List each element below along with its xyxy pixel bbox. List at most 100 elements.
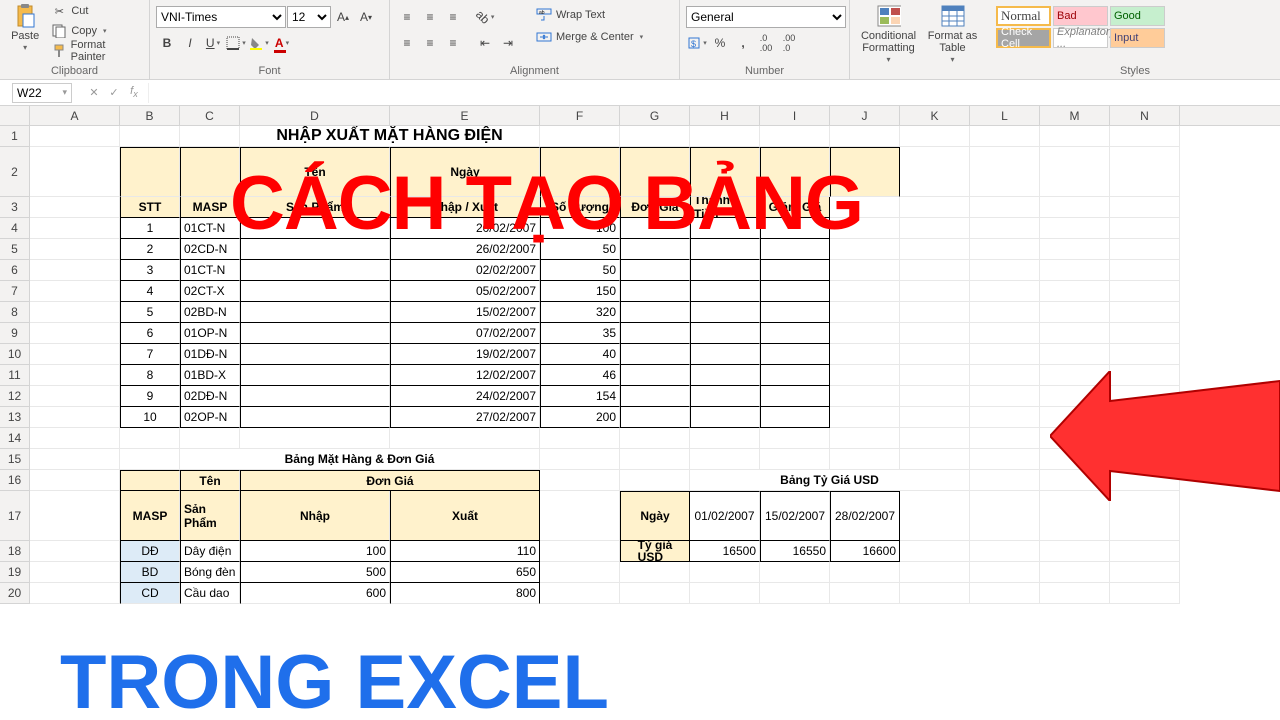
- cell[interactable]: [970, 491, 1040, 541]
- cell[interactable]: [120, 147, 180, 197]
- cell[interactable]: MASP: [180, 197, 240, 218]
- cell[interactable]: 800: [390, 583, 540, 604]
- cell[interactable]: [970, 365, 1040, 386]
- cell[interactable]: [1040, 386, 1110, 407]
- grow-font-button[interactable]: A▴: [332, 6, 354, 28]
- cell[interactable]: 50: [540, 239, 620, 260]
- merge-center-button[interactable]: Merge & Center: [533, 28, 646, 46]
- name-box[interactable]: W22▾: [12, 83, 72, 103]
- cell[interactable]: [1040, 562, 1110, 583]
- cell[interactable]: 2: [120, 239, 180, 260]
- number-format-select[interactable]: General: [686, 6, 846, 28]
- cell[interactable]: [690, 344, 760, 365]
- cell[interactable]: 100: [240, 541, 390, 562]
- cell[interactable]: [900, 386, 970, 407]
- align-bottom-button[interactable]: ≡: [442, 6, 464, 28]
- cell[interactable]: Nhập: [240, 491, 390, 541]
- cell[interactable]: [690, 302, 760, 323]
- cell[interactable]: 01CT-N: [180, 260, 240, 281]
- cell[interactable]: [620, 562, 690, 583]
- cell[interactable]: [760, 302, 830, 323]
- cell[interactable]: 01OP-N: [180, 323, 240, 344]
- cut-button[interactable]: ✂Cut: [48, 2, 143, 20]
- cell[interactable]: [620, 365, 690, 386]
- cell[interactable]: [1110, 491, 1180, 541]
- cell[interactable]: [970, 428, 1040, 449]
- cell[interactable]: [970, 386, 1040, 407]
- row-header[interactable]: 9: [0, 323, 30, 344]
- cell[interactable]: [620, 302, 690, 323]
- decrease-decimal-button[interactable]: .00.0: [778, 32, 800, 54]
- cell[interactable]: [1110, 541, 1180, 562]
- cell[interactable]: [900, 323, 970, 344]
- cell[interactable]: [1040, 407, 1110, 428]
- cell[interactable]: [760, 428, 830, 449]
- cell[interactable]: Bảng Tỷ Giá USD: [690, 470, 970, 491]
- cell[interactable]: [830, 428, 900, 449]
- cell[interactable]: 8: [120, 365, 180, 386]
- align-top-button[interactable]: ≡: [396, 6, 418, 28]
- cell[interactable]: [30, 449, 120, 470]
- cell[interactable]: 05/02/2007: [390, 281, 540, 302]
- align-center-button[interactable]: ≡: [419, 32, 441, 54]
- cell[interactable]: [970, 470, 1040, 491]
- cell[interactable]: [690, 281, 760, 302]
- cell[interactable]: [690, 449, 760, 470]
- cell[interactable]: [830, 126, 900, 147]
- cell[interactable]: [830, 407, 900, 428]
- cell[interactable]: [240, 218, 390, 239]
- style-input[interactable]: Input: [1110, 28, 1165, 48]
- cell[interactable]: [900, 491, 970, 541]
- cell[interactable]: [900, 302, 970, 323]
- cell[interactable]: [30, 407, 120, 428]
- cell[interactable]: DĐ: [120, 541, 180, 562]
- cell[interactable]: [540, 583, 620, 604]
- cell[interactable]: [900, 281, 970, 302]
- cell[interactable]: [690, 365, 760, 386]
- cell[interactable]: [390, 428, 540, 449]
- col-header[interactable]: I: [760, 106, 830, 125]
- cell[interactable]: [970, 126, 1040, 147]
- cell[interactable]: Bóng đèn: [180, 562, 240, 583]
- cell[interactable]: [690, 239, 760, 260]
- cell[interactable]: [30, 365, 120, 386]
- cell[interactable]: [760, 147, 830, 197]
- style-check[interactable]: Check Cell: [996, 28, 1051, 48]
- cell[interactable]: 9: [120, 386, 180, 407]
- cell[interactable]: [690, 147, 760, 197]
- cell[interactable]: [620, 126, 690, 147]
- cell[interactable]: [620, 344, 690, 365]
- cell[interactable]: [900, 218, 970, 239]
- cell[interactable]: [690, 126, 760, 147]
- cell[interactable]: [830, 260, 900, 281]
- cell[interactable]: [1040, 449, 1110, 470]
- cell[interactable]: [30, 386, 120, 407]
- cell[interactable]: Cầu dao: [180, 583, 240, 604]
- col-header[interactable]: N: [1110, 106, 1180, 125]
- col-header[interactable]: J: [830, 106, 900, 125]
- row-header[interactable]: 5: [0, 239, 30, 260]
- cell[interactable]: [1110, 344, 1180, 365]
- cell[interactable]: [540, 491, 620, 541]
- cell[interactable]: [830, 218, 900, 239]
- cell[interactable]: 02CT-X: [180, 281, 240, 302]
- cell[interactable]: [900, 428, 970, 449]
- cell[interactable]: 6: [120, 323, 180, 344]
- cell[interactable]: [30, 428, 120, 449]
- cell[interactable]: 16600: [830, 541, 900, 562]
- cell[interactable]: Số Lượng: [540, 197, 620, 218]
- cell[interactable]: [760, 449, 830, 470]
- cell[interactable]: [1040, 323, 1110, 344]
- cell[interactable]: [970, 281, 1040, 302]
- cell[interactable]: [900, 365, 970, 386]
- col-header[interactable]: A: [30, 106, 120, 125]
- cell[interactable]: [540, 428, 620, 449]
- enter-icon[interactable]: ✓: [104, 83, 124, 103]
- font-color-button[interactable]: A: [271, 32, 293, 54]
- cell[interactable]: [620, 470, 690, 491]
- cell[interactable]: 16550: [760, 541, 830, 562]
- row-header[interactable]: 1: [0, 126, 30, 147]
- cell[interactable]: STT: [120, 197, 180, 218]
- cell[interactable]: [620, 407, 690, 428]
- cell[interactable]: [120, 428, 180, 449]
